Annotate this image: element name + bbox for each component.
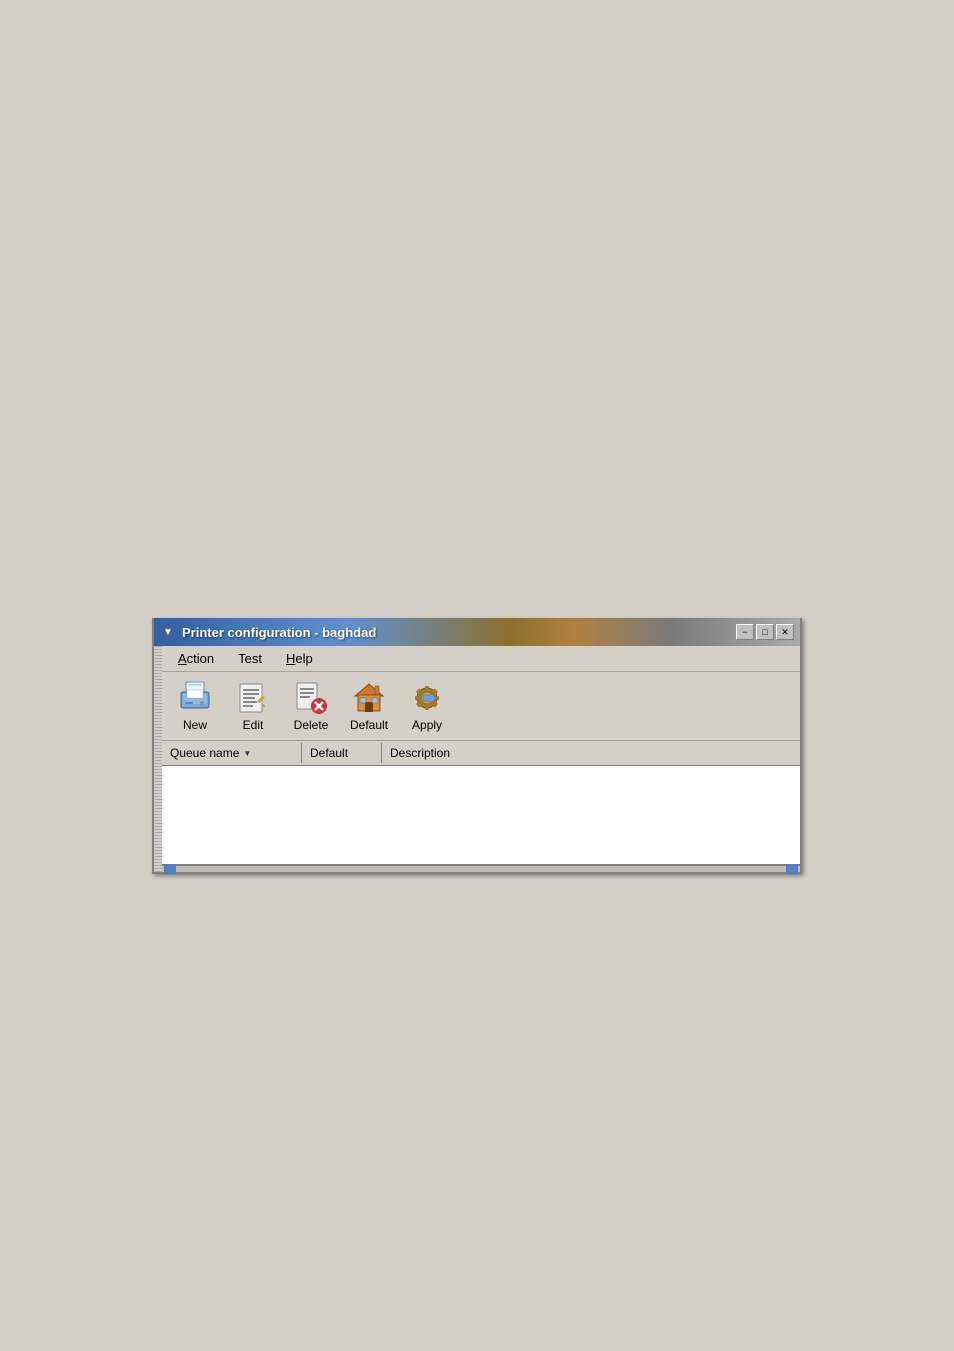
menubar: Action Test Help	[162, 646, 800, 672]
main-window: ▼ Printer configuration - baghdad − □ ✕ …	[152, 618, 802, 874]
delete-label: Delete	[294, 718, 329, 732]
home-icon	[351, 680, 387, 716]
col-default: Default	[302, 743, 382, 763]
toolbar-delete-button[interactable]: Delete	[286, 678, 336, 734]
menu-help[interactable]: Help	[282, 649, 317, 668]
titlebar-icon: ▼	[160, 624, 176, 640]
default-svg	[351, 680, 387, 716]
menu-test[interactable]: Test	[234, 649, 266, 668]
table-body	[162, 766, 800, 866]
maximize-button[interactable]: □	[756, 624, 774, 640]
edit-label: Edit	[243, 718, 264, 732]
toolbar-default-button[interactable]: Default	[344, 678, 394, 734]
queue-dropdown-icon[interactable]: ▼	[243, 749, 251, 758]
resize-corner-right[interactable]	[786, 864, 798, 874]
close-button[interactable]: ✕	[776, 624, 794, 640]
menu-help-underline: H	[286, 651, 295, 666]
edit-svg	[235, 680, 271, 716]
resize-bottom	[162, 866, 800, 872]
titlebar: ▼ Printer configuration - baghdad − □ ✕	[154, 618, 800, 646]
col-queue-name[interactable]: Queue name ▼	[162, 743, 302, 763]
col-default-label: Default	[310, 746, 348, 760]
toolbar: New	[162, 672, 800, 741]
menu-action-label: A	[178, 651, 187, 666]
apply-svg	[409, 680, 445, 716]
apply-label: Apply	[412, 718, 442, 732]
default-label: Default	[350, 718, 388, 732]
resize-handle-left	[154, 646, 162, 872]
col-description: Description	[382, 743, 800, 763]
apply-icon	[409, 680, 445, 716]
minimize-button[interactable]: −	[736, 624, 754, 640]
window-title: Printer configuration - baghdad	[182, 625, 736, 640]
delete-svg	[293, 680, 329, 716]
printer-icon	[177, 680, 213, 716]
menu-action[interactable]: Action	[174, 649, 218, 668]
list-icon	[235, 680, 271, 716]
delete-icon	[293, 680, 329, 716]
resize-corner-left[interactable]	[164, 864, 176, 874]
menu-test-label: Test	[238, 651, 262, 666]
toolbar-edit-button[interactable]: Edit	[228, 678, 278, 734]
titlebar-buttons: − □ ✕	[736, 624, 794, 640]
new-label: New	[183, 718, 207, 732]
toolbar-new-button[interactable]: New	[170, 678, 220, 734]
col-description-label: Description	[390, 746, 450, 760]
printer-svg	[177, 680, 213, 716]
col-queue-name-label: Queue name	[170, 746, 239, 760]
table-header: Queue name ▼ Default Description	[162, 741, 800, 766]
toolbar-apply-button[interactable]: Apply	[402, 678, 452, 734]
